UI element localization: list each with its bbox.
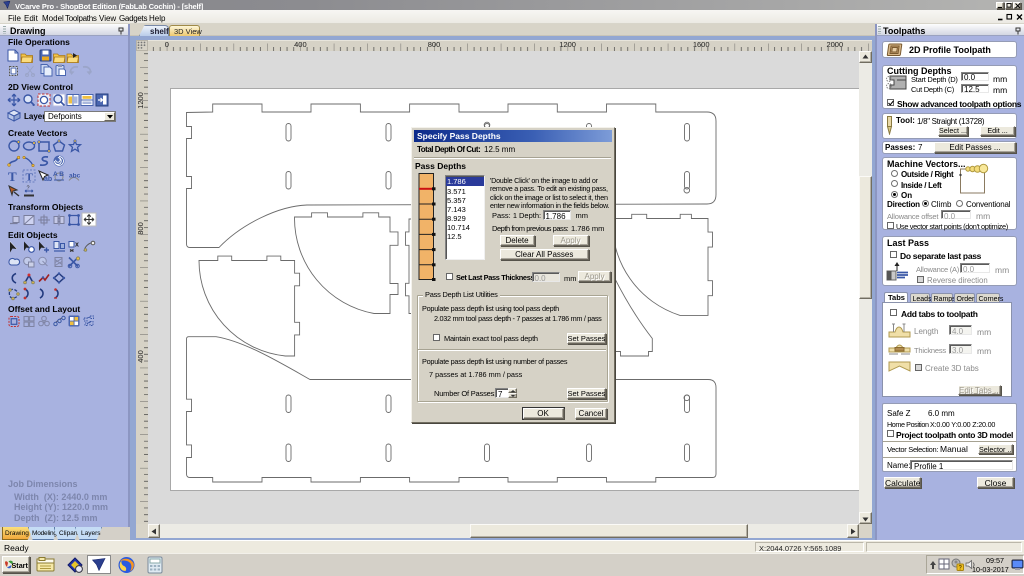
svg-text:x: x xyxy=(75,242,79,249)
svg-text:400: 400 xyxy=(136,350,145,363)
svg-text:?: ? xyxy=(27,186,30,192)
svg-text:T: T xyxy=(8,169,17,184)
svg-text:2000: 2000 xyxy=(826,40,843,49)
svg-text:A B: A B xyxy=(53,171,64,178)
svg-text:T: T xyxy=(26,172,34,184)
svg-text:400: 400 xyxy=(294,40,307,49)
svg-text:?: ? xyxy=(958,566,962,572)
svg-text:abc: abc xyxy=(69,173,81,180)
svg-text:ab: ab xyxy=(44,176,52,183)
svg-text:0: 0 xyxy=(165,40,169,49)
svg-text:1200: 1200 xyxy=(559,40,576,49)
svg-text:1600: 1600 xyxy=(693,40,710,49)
svg-text:800: 800 xyxy=(136,222,145,235)
svg-text:800: 800 xyxy=(428,40,441,49)
svg-text:1200: 1200 xyxy=(136,92,145,109)
